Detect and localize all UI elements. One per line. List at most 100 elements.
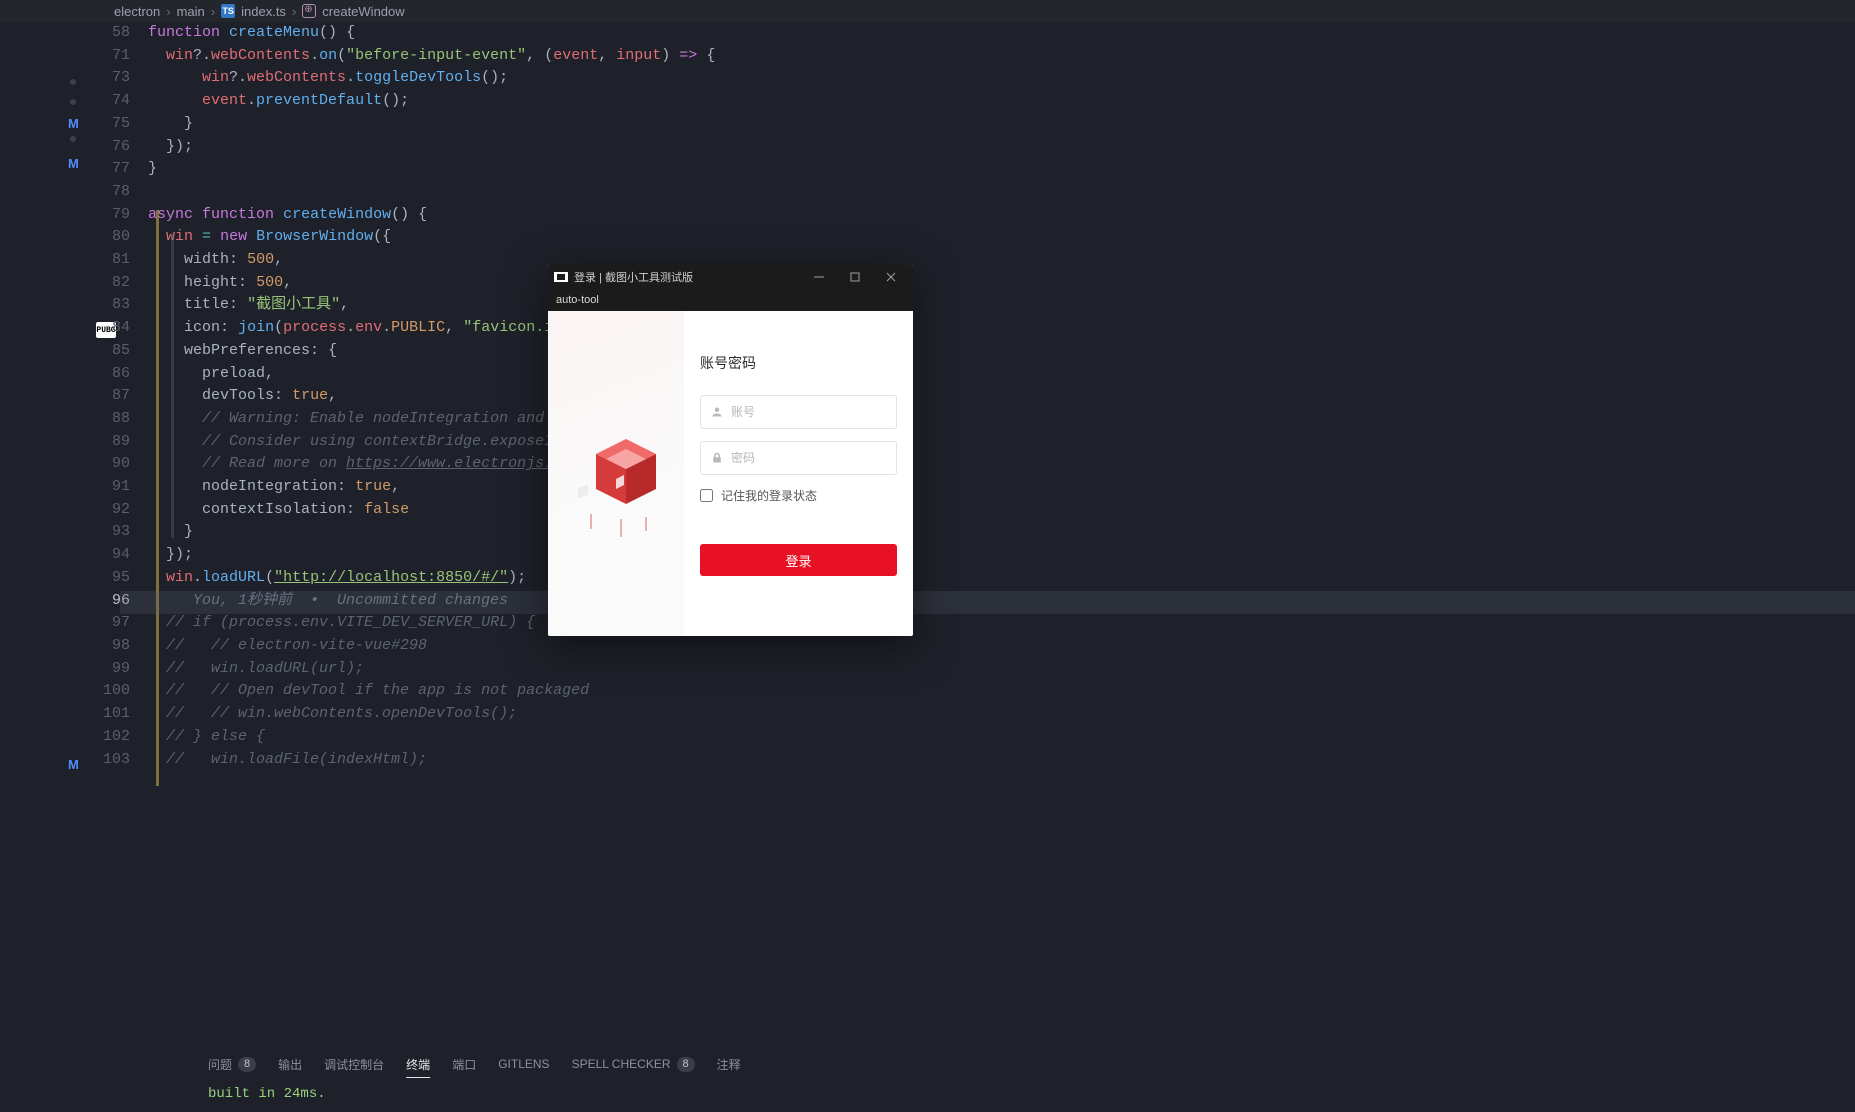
code-line[interactable]: 76 }); xyxy=(94,136,1855,159)
chevron-right-icon: › xyxy=(292,4,296,19)
function-icon xyxy=(302,4,316,18)
code-line[interactable]: 85 webPreferences: { xyxy=(94,340,1855,363)
line-number: 74 xyxy=(94,90,148,113)
minimize-button[interactable] xyxy=(801,265,837,289)
scm-modified-m: M xyxy=(68,156,79,171)
window-title: 登录 | 截图小工具测试版 xyxy=(574,269,801,285)
line-number: 73 xyxy=(94,67,148,90)
user-icon xyxy=(711,406,723,418)
spell-badge: 8 xyxy=(677,1057,695,1072)
tab-terminal[interactable]: 终端 xyxy=(406,1056,430,1073)
code-line[interactable]: 80 win = new BrowserWindow({ xyxy=(94,226,1855,249)
username-field[interactable] xyxy=(700,395,897,429)
code-line[interactable]: 78 xyxy=(94,181,1855,204)
current-line-highlight xyxy=(120,591,1855,614)
password-field[interactable] xyxy=(700,441,897,475)
code-line[interactable]: 103 // win.loadFile(indexHtml); xyxy=(94,749,1855,772)
login-heading: 账号密码 xyxy=(700,353,897,373)
line-number: 85 xyxy=(94,340,148,363)
code-line[interactable]: 91 nodeIntegration: true, xyxy=(94,476,1855,499)
code-line[interactable]: 88 // Warning: Enable nodeIntegration an… xyxy=(94,408,1855,431)
crumb-folder[interactable]: electron xyxy=(114,4,160,19)
line-number: 71 xyxy=(94,45,148,68)
titlebar[interactable]: 登录 | 截图小工具测试版 xyxy=(548,265,913,289)
line-number: 78 xyxy=(94,181,148,204)
remember-checkbox-input[interactable] xyxy=(700,489,713,502)
tab-debug-console[interactable]: 调试控制台 xyxy=(324,1056,384,1073)
code-line[interactable]: 92 contextIsolation: false xyxy=(94,499,1855,522)
line-number: 84 xyxy=(94,317,148,340)
code-line[interactable]: 99 // win.loadURL(url); xyxy=(94,658,1855,681)
bracket-guide xyxy=(171,233,174,538)
code-line[interactable]: 71 win?.webContents.on("before-input-eve… xyxy=(94,45,1855,68)
line-number: 92 xyxy=(94,499,148,522)
code-line[interactable]: 82 height: 500, xyxy=(94,272,1855,295)
code-line[interactable]: 87 devTools: true, xyxy=(94,385,1855,408)
line-number: 99 xyxy=(94,658,148,681)
line-number: 79 xyxy=(94,204,148,227)
chevron-right-icon: › xyxy=(166,4,170,19)
code-line[interactable]: 100 // // Open devTool if the app is not… xyxy=(94,680,1855,703)
line-number: 87 xyxy=(94,385,148,408)
maximize-button[interactable] xyxy=(837,265,873,289)
crumb-folder[interactable]: main xyxy=(177,4,205,19)
code-line[interactable]: 79async function createWindow() { xyxy=(94,204,1855,227)
bottom-panel: 问题 8 输出 调试控制台 终端 端口 GITLENS SPELL CHECKE… xyxy=(206,1048,1855,1112)
code-editor[interactable]: 58function createMenu() {71 win?.webCont… xyxy=(94,22,1855,1112)
crumb-file[interactable]: index.ts xyxy=(241,4,286,19)
scm-modified-dot xyxy=(70,79,76,85)
code-line[interactable]: 95 win.loadURL("http://localhost:8850/#/… xyxy=(94,567,1855,590)
code-line[interactable]: 90 // Read more on https://www.electronj… xyxy=(94,453,1855,476)
code-line[interactable]: 86 preload, xyxy=(94,363,1855,386)
code-line[interactable]: 101 // // win.webContents.openDevTools()… xyxy=(94,703,1855,726)
crumb-symbol[interactable]: createWindow xyxy=(322,4,404,19)
line-number: 93 xyxy=(94,521,148,544)
line-number: 83 xyxy=(94,294,148,317)
line-number: 86 xyxy=(94,363,148,386)
login-illustration-pane xyxy=(548,311,684,636)
remember-checkbox[interactable]: 记住我的登录状态 xyxy=(700,487,897,504)
tab-problems[interactable]: 问题 8 xyxy=(208,1056,256,1073)
electron-child-window[interactable]: 登录 | 截图小工具测试版 auto-tool xyxy=(548,265,913,636)
tab-spellchecker[interactable]: SPELL CHECKER 8 xyxy=(572,1057,695,1072)
line-number: 91 xyxy=(94,476,148,499)
code-line[interactable]: 98 // // electron-vite-vue#298 xyxy=(94,635,1855,658)
cube-illustration-icon xyxy=(576,419,676,539)
line-number: 89 xyxy=(94,431,148,454)
line-number: 77 xyxy=(94,158,148,181)
code-line[interactable]: 58function createMenu() { xyxy=(94,22,1855,45)
password-input[interactable] xyxy=(731,451,886,465)
code-line[interactable]: 81 width: 500, xyxy=(94,249,1855,272)
line-number: 90 xyxy=(94,453,148,476)
code-line[interactable]: 93 } xyxy=(94,521,1855,544)
code-line[interactable]: 89 // Consider using contextBridge.expos… xyxy=(94,431,1855,454)
menubar[interactable]: auto-tool xyxy=(548,289,913,311)
line-number: 88 xyxy=(94,408,148,431)
code-line[interactable]: 77} xyxy=(94,158,1855,181)
username-input[interactable] xyxy=(731,405,886,419)
tab-ports[interactable]: 端口 xyxy=(452,1056,476,1073)
tab-comments[interactable]: 注释 xyxy=(717,1056,741,1073)
line-number: 98 xyxy=(94,635,148,658)
line-number: 103 xyxy=(94,749,148,772)
login-button[interactable]: 登录 xyxy=(700,544,897,576)
code-line[interactable]: 73 win?.webContents.toggleDevTools(); xyxy=(94,67,1855,90)
tab-output[interactable]: 输出 xyxy=(278,1056,302,1073)
terminal-output[interactable]: built in 24ms. xyxy=(206,1080,1855,1108)
scm-modified-m: M xyxy=(68,757,79,772)
code-line[interactable]: 75 } xyxy=(94,113,1855,136)
bracket-guide xyxy=(156,210,159,786)
code-line[interactable]: 74 event.preventDefault(); xyxy=(94,90,1855,113)
code-line[interactable]: 84 icon: join(process.env.PUBLIC, "favic… xyxy=(94,317,1855,340)
line-number: 76 xyxy=(94,136,148,159)
code-line[interactable]: 102 // } else { xyxy=(94,726,1855,749)
tab-gitlens[interactable]: GITLENS xyxy=(498,1057,549,1071)
code-line[interactable]: 83 title: "截图小工具", xyxy=(94,294,1855,317)
app-icon xyxy=(554,272,568,282)
code-line[interactable]: 94 }); xyxy=(94,544,1855,567)
scm-gutter: M M M xyxy=(0,22,94,1112)
close-button[interactable] xyxy=(873,265,909,289)
problems-badge: 8 xyxy=(238,1057,256,1072)
scm-modified-m: M xyxy=(68,116,79,131)
code-line[interactable]: 97 // if (process.env.VITE_DEV_SERVER_UR… xyxy=(94,612,1855,635)
